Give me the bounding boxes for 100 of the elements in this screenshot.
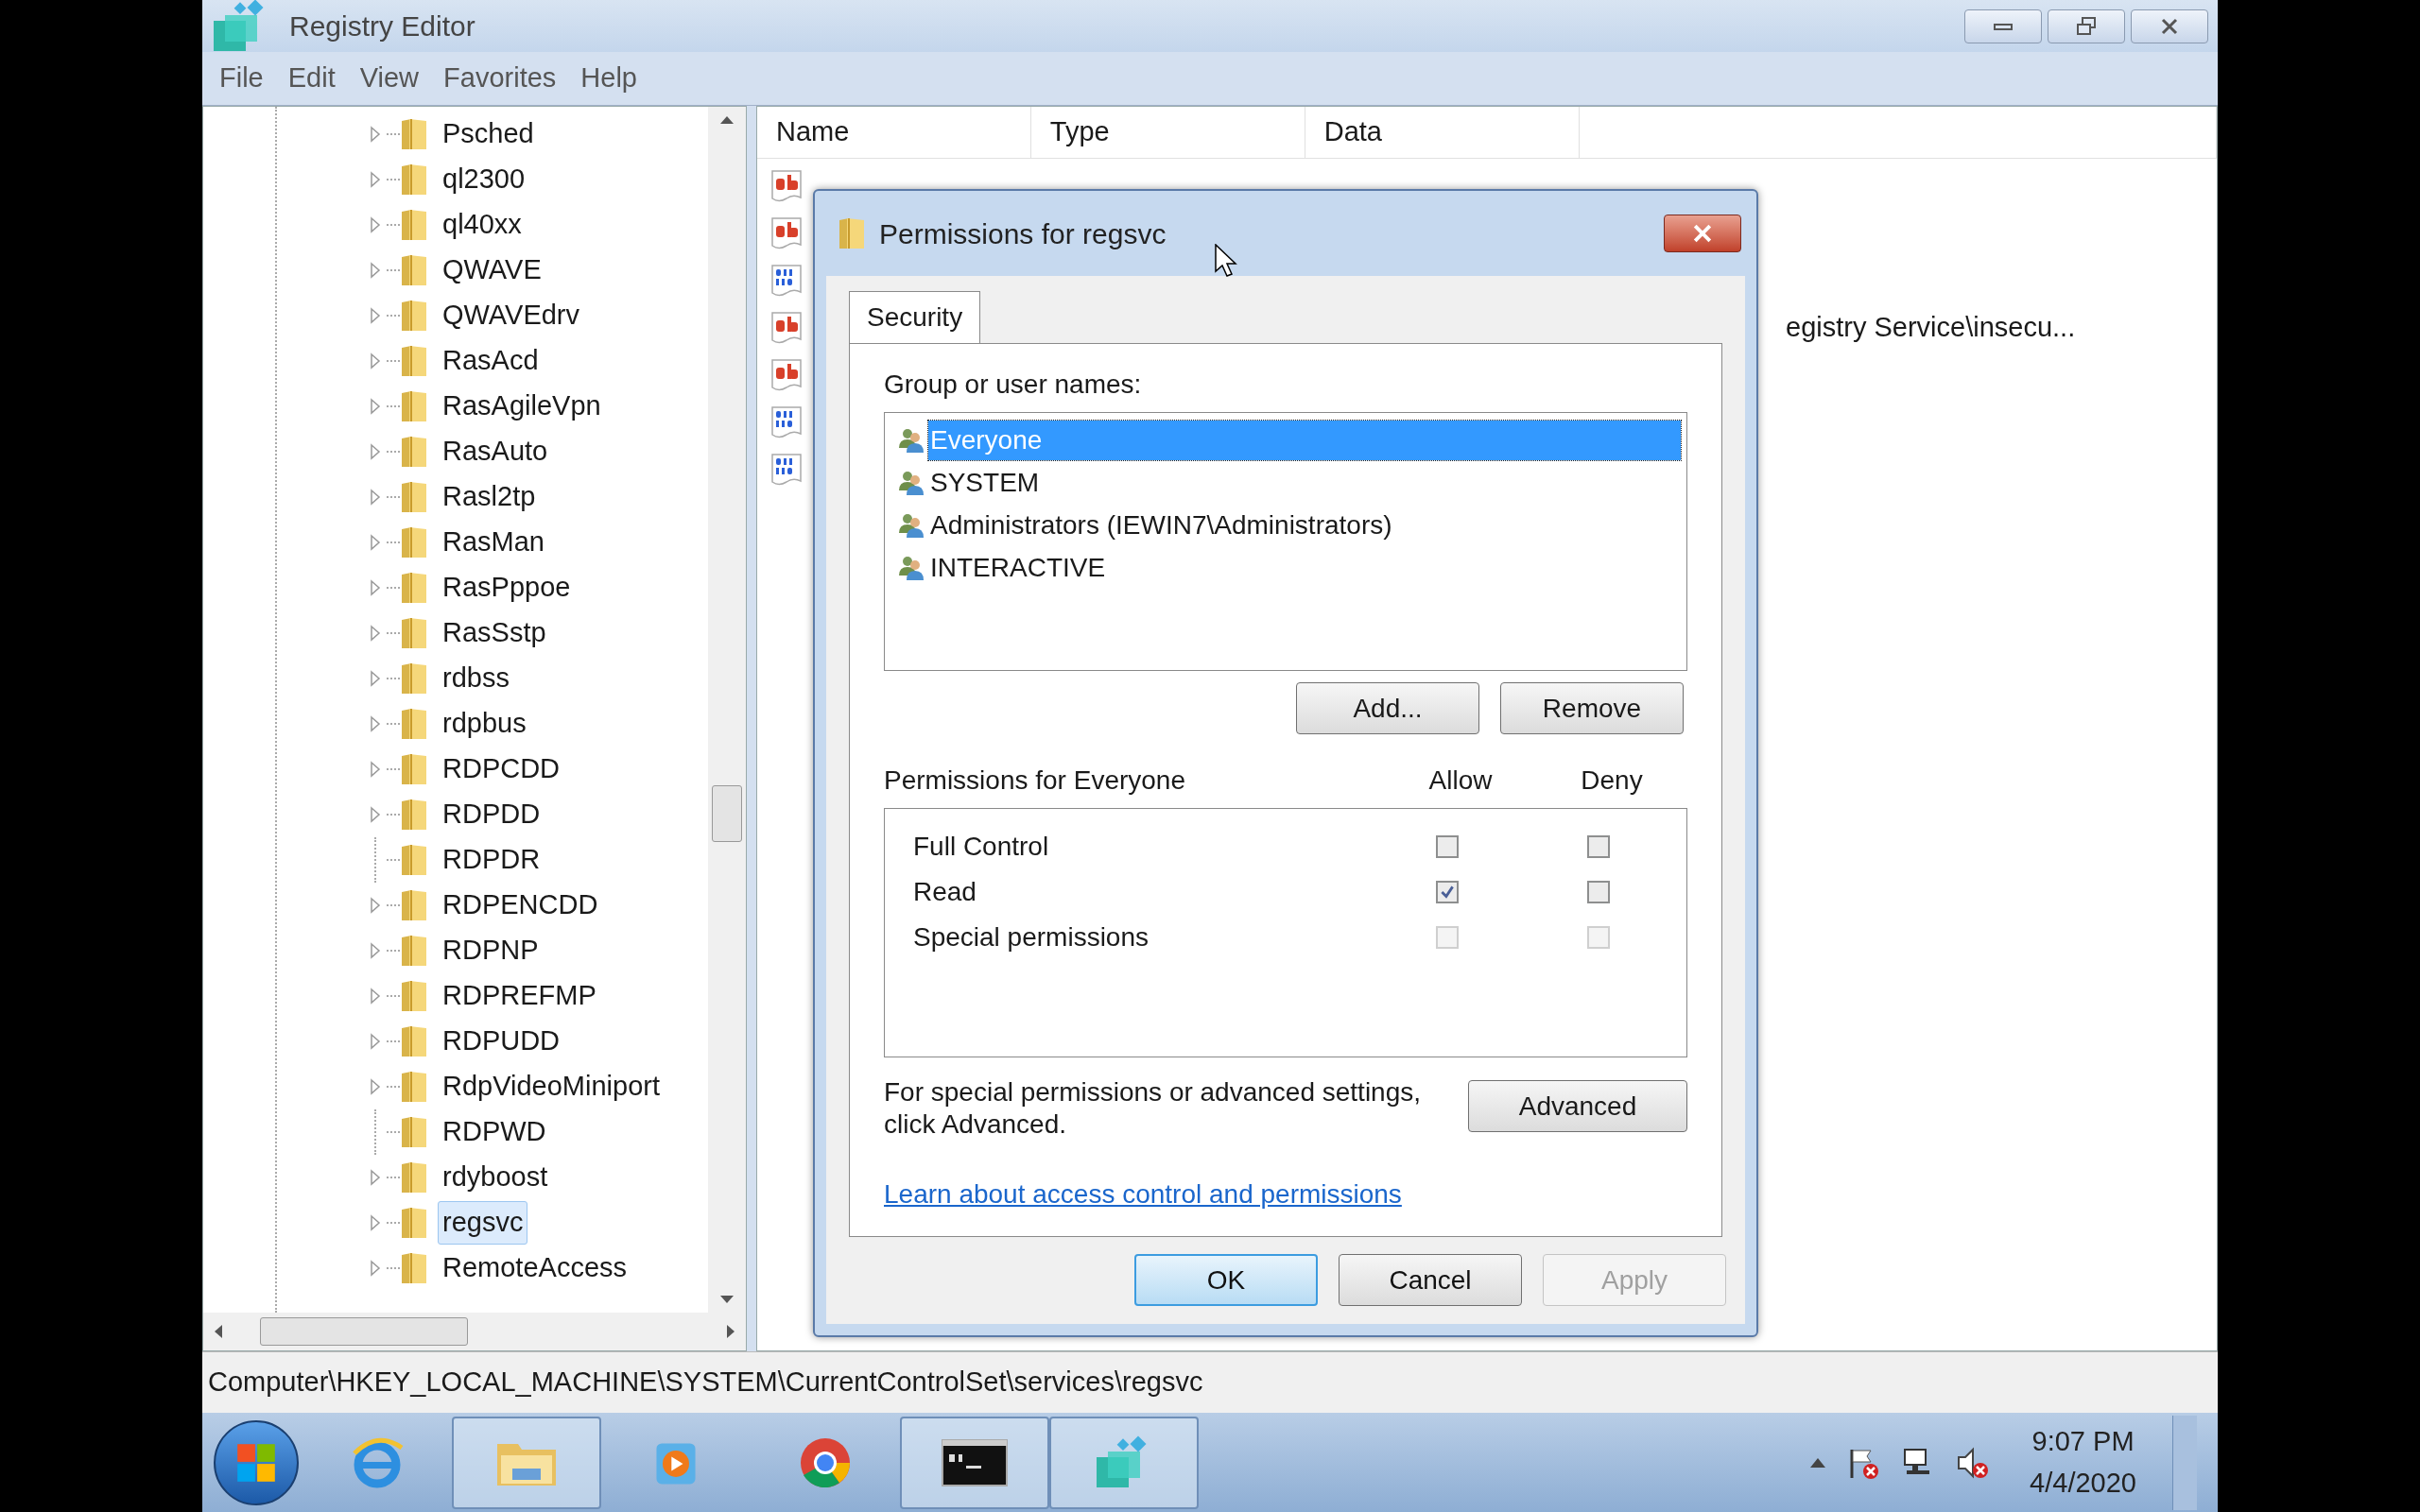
menu-item[interactable]: View — [352, 58, 427, 99]
status-bar-path: Computer\HKEY_LOCAL_MACHINE\SYSTEM\CurrentControlSet\services\regsvc — [208, 1366, 1203, 1400]
dialog-button[interactable]: Cancel — [1339, 1254, 1522, 1306]
menu-item[interactable]: File — [212, 58, 271, 99]
folder-icon — [400, 163, 428, 197]
show-hidden-icons-icon[interactable] — [1810, 1457, 1826, 1468]
action-button[interactable]: Add... — [1296, 682, 1479, 734]
tree-item[interactable]: RDPWD — [438, 1110, 551, 1154]
checkbox[interactable] — [1587, 881, 1610, 903]
tree-item[interactable]: Psched — [438, 112, 539, 156]
speaker-muted-icon[interactable] — [1956, 1445, 1991, 1480]
binary-value-icon — [770, 264, 803, 298]
expand-arrow-icon[interactable] — [370, 579, 381, 596]
folder-icon — [838, 216, 866, 250]
expand-arrow-icon[interactable] — [370, 897, 381, 914]
expand-arrow-icon[interactable] — [370, 715, 381, 732]
tree-item[interactable]: RasAgileVpn — [438, 385, 606, 428]
tree-item[interactable]: Rasl2tp — [438, 475, 541, 519]
scroll-down-icon[interactable] — [720, 1296, 734, 1303]
folder-icon — [400, 1206, 428, 1240]
tree-item[interactable]: RasMan — [438, 521, 549, 564]
tree-item[interactable]: rdyboost — [438, 1156, 553, 1199]
checkbox[interactable] — [1436, 881, 1459, 903]
check-icon — [1439, 884, 1456, 901]
menu-item[interactable]: Edit — [280, 58, 343, 99]
folder-icon — [400, 1024, 428, 1058]
expand-arrow-icon[interactable] — [370, 670, 381, 687]
scroll-thumb[interactable] — [712, 785, 742, 842]
tree-item[interactable]: RasAuto — [438, 430, 553, 473]
vertical-scrollbar[interactable] — [708, 107, 746, 1313]
expand-arrow-icon[interactable] — [370, 443, 381, 460]
column-header[interactable]: Type — [1030, 107, 1305, 158]
taskbar-button[interactable] — [900, 1416, 1049, 1509]
tree-item[interactable]: RdpVideoMiniport — [438, 1065, 665, 1108]
clock-date[interactable]: 4/4/2020 — [2030, 1462, 2136, 1503]
tree-item[interactable]: RDPUDD — [438, 1020, 565, 1063]
user-item[interactable]: SYSTEM — [928, 462, 1042, 503]
expand-arrow-icon[interactable] — [370, 398, 381, 415]
expand-arrow-icon[interactable] — [370, 352, 381, 369]
dialog-button[interactable]: OK — [1134, 1254, 1318, 1306]
tree-item[interactable]: regsvc — [438, 1201, 528, 1245]
expand-arrow-icon[interactable] — [370, 1260, 381, 1277]
horizontal-scrollbar[interactable] — [203, 1313, 746, 1350]
tree-item[interactable]: RDPNP — [438, 929, 544, 972]
tree-item[interactable]: RDPENCDD — [438, 884, 603, 927]
menu-item[interactable]: Favorites — [436, 58, 564, 99]
checkbox[interactable] — [1436, 835, 1459, 858]
tree-item[interactable]: QWAVEdrv — [438, 294, 584, 337]
tree-item[interactable]: RasAcd — [438, 339, 544, 383]
restore-button[interactable] — [2048, 9, 2125, 43]
tree-item[interactable]: ql2300 — [438, 158, 530, 201]
scroll-right-icon[interactable] — [727, 1325, 735, 1338]
expand-arrow-icon[interactable] — [370, 625, 381, 642]
column-label: Deny — [1580, 765, 1644, 797]
action-button[interactable]: Remove — [1500, 682, 1684, 734]
expand-arrow-icon[interactable] — [370, 761, 381, 778]
expand-arrow-icon[interactable] — [370, 942, 381, 959]
expand-arrow-icon[interactable] — [370, 1033, 381, 1050]
expand-arrow-icon[interactable] — [370, 489, 381, 506]
expand-arrow-icon[interactable] — [370, 1169, 381, 1186]
scroll-left-icon[interactable] — [215, 1325, 222, 1338]
tree-item[interactable]: rdpbus — [438, 702, 531, 746]
expand-arrow-icon[interactable] — [370, 806, 381, 823]
advanced-button[interactable]: Advanced — [1468, 1080, 1687, 1132]
tree-item[interactable]: RDPDR — [438, 838, 545, 882]
tree-item[interactable]: QWAVE — [438, 249, 546, 292]
user-item[interactable]: INTERACTIVE — [928, 547, 1108, 588]
scroll-up-icon[interactable] — [720, 116, 734, 124]
tree-item[interactable]: RasSstp — [438, 611, 551, 655]
tree-item[interactable]: rdbss — [438, 657, 514, 700]
expand-arrow-icon[interactable] — [370, 171, 381, 188]
expand-arrow-icon[interactable] — [370, 307, 381, 324]
menu-item[interactable]: Help — [573, 58, 645, 99]
tree-item[interactable]: RDPDD — [438, 793, 545, 836]
expand-arrow-icon[interactable] — [370, 988, 381, 1005]
tree-item[interactable]: RemoteAccess — [438, 1246, 631, 1290]
checkbox[interactable] — [1587, 835, 1610, 858]
clock-time[interactable]: 9:07 PM — [2031, 1421, 2135, 1463]
expand-arrow-icon[interactable] — [370, 1214, 381, 1231]
help-link[interactable]: Learn about access control and permissions — [884, 1175, 1402, 1214]
expand-arrow-icon[interactable] — [370, 1078, 381, 1095]
tab[interactable]: Security — [849, 291, 981, 344]
column-header[interactable]: Name — [757, 107, 1031, 158]
column-header[interactable]: Data — [1305, 107, 1580, 158]
tree-item[interactable]: RDPCDD — [438, 747, 565, 791]
tree-item[interactable]: RDPREFMP — [438, 974, 601, 1018]
close-button[interactable] — [2131, 9, 2208, 43]
minimize-button[interactable] — [1964, 9, 2042, 43]
group-label: Group or user names: — [884, 369, 1143, 401]
close-button[interactable] — [1664, 215, 1741, 252]
expand-arrow-icon[interactable] — [370, 216, 381, 233]
tree-item[interactable]: ql40xx — [438, 203, 527, 247]
show-desktop-button[interactable] — [2172, 1415, 2197, 1510]
expand-arrow-icon[interactable] — [370, 534, 381, 551]
expand-arrow-icon[interactable] — [370, 262, 381, 279]
folder-icon — [400, 1160, 428, 1194]
expand-arrow-icon[interactable] — [370, 126, 381, 143]
tree-item[interactable]: RasPppoe — [438, 566, 576, 610]
scroll-thumb[interactable] — [260, 1317, 468, 1346]
user-item[interactable]: Administrators (IEWIN7\Administrators) — [928, 505, 1394, 545]
